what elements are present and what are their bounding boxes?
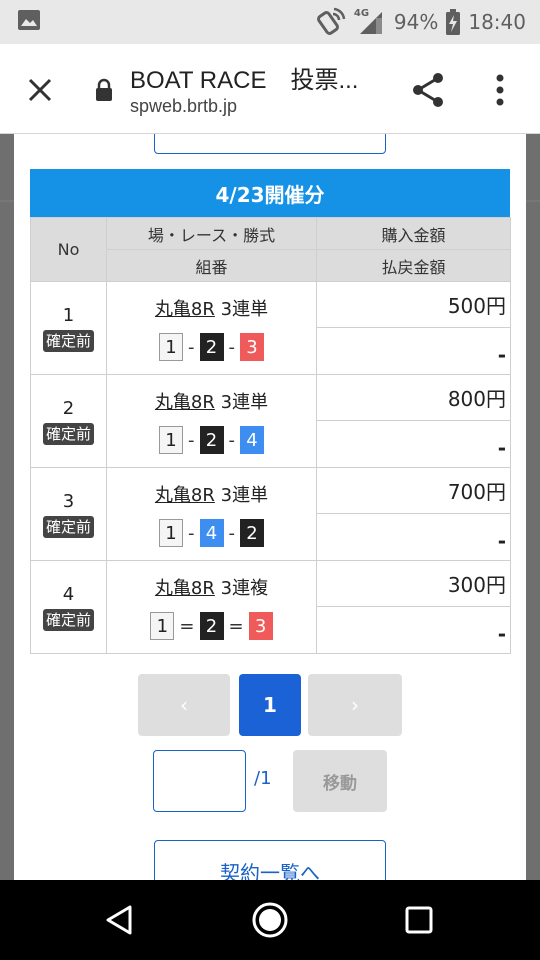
page-jump-input[interactable] bbox=[153, 750, 246, 812]
row-no-cell: 4 確定前 bbox=[30, 560, 107, 654]
bet-type: 3連単 bbox=[220, 392, 269, 413]
header-purchase: 購入金額 bbox=[316, 217, 511, 250]
dimmed-overlay-left bbox=[0, 134, 14, 880]
boat-number-box: 2 bbox=[199, 612, 224, 640]
status-bar: 4G 94% 18:40 bbox=[0, 0, 540, 44]
row-no-cell: 3 確定前 bbox=[30, 467, 107, 561]
status-badge: 確定前 bbox=[42, 608, 94, 631]
purchase-amount: 300円 bbox=[316, 560, 511, 607]
gallery-icon bbox=[18, 10, 40, 30]
system-nav-bar bbox=[0, 880, 540, 960]
page-total: /1 bbox=[254, 768, 272, 789]
battery-percent: 94% bbox=[393, 10, 439, 34]
combo-separator: = bbox=[228, 615, 244, 637]
close-icon[interactable] bbox=[24, 74, 56, 106]
header-no: No bbox=[30, 217, 107, 282]
row-no-cell: 2 確定前 bbox=[30, 374, 107, 468]
status-badge: 確定前 bbox=[42, 329, 94, 352]
current-page-button[interactable]: 1 bbox=[239, 674, 301, 736]
signal-icon: 4G bbox=[353, 8, 386, 34]
bet-type: 3連単 bbox=[220, 299, 269, 320]
back-icon[interactable] bbox=[104, 904, 136, 936]
bet-table: No 場・レース・勝式 購入金額 組番 払戻金額 1 確定前 丸亀8R 3連単 bbox=[30, 217, 511, 654]
jump-button[interactable]: 移動 bbox=[293, 750, 387, 812]
boat-number-box: 2 bbox=[240, 519, 264, 547]
venue-link[interactable]: 丸亀8R bbox=[155, 578, 215, 599]
header-payout: 払戻金額 bbox=[316, 249, 511, 282]
boat-number-box: 3 bbox=[248, 612, 273, 640]
contract-modal: 4/23開催分 No 場・レース・勝式 購入金額 組番 払戻金額 1 確定前 丸… bbox=[14, 134, 526, 880]
table-row: 1 確定前 丸亀8R 3連単 1 - 2 - 3 500円 bbox=[30, 281, 511, 375]
status-badge: 確定前 bbox=[42, 422, 94, 445]
table-row: 4 確定前 丸亀8R 3連複 1 = 2 = 3 300円 bbox=[30, 560, 511, 654]
row-number: 4 bbox=[62, 583, 75, 605]
payout-amount: - bbox=[316, 606, 511, 654]
bet-type: 3連単 bbox=[220, 485, 269, 506]
combo-separator: - bbox=[228, 429, 236, 451]
race-cell: 丸亀8R 3連単 1 - 2 - 4 bbox=[106, 374, 317, 468]
row-number: 2 bbox=[62, 397, 75, 419]
boat-number-box: 2 bbox=[199, 426, 224, 454]
network-type: 4G bbox=[353, 8, 370, 19]
dimmed-overlay-right bbox=[526, 134, 540, 880]
share-icon[interactable] bbox=[410, 70, 446, 110]
boat-number-box: 4 bbox=[199, 519, 224, 547]
boat-number-box: 1 bbox=[159, 519, 183, 547]
header-race: 場・レース・勝式 bbox=[106, 217, 317, 250]
wifi-calling-icon bbox=[316, 7, 346, 35]
payout-amount: - bbox=[316, 327, 511, 375]
venue-link[interactable]: 丸亀8R bbox=[155, 392, 215, 413]
boat-number-box: 4 bbox=[240, 426, 264, 454]
race-cell: 丸亀8R 3連単 1 - 4 - 2 bbox=[106, 467, 317, 561]
contract-list-button[interactable]: 契約一覧へ bbox=[154, 840, 386, 880]
combination: 1 - 2 - 4 bbox=[159, 426, 264, 454]
next-page-button[interactable]: › bbox=[308, 674, 402, 736]
boat-number-box: 1 bbox=[150, 612, 175, 640]
combination: 1 - 4 - 2 bbox=[159, 519, 264, 547]
prev-page-button[interactable]: ‹ bbox=[138, 674, 230, 736]
battery-charging-icon bbox=[446, 9, 461, 35]
combination: 1 = 2 = 3 bbox=[150, 612, 273, 640]
row-number: 3 bbox=[62, 490, 75, 512]
browser-toolbar: BOAT RACE 投票... spweb.brtb.jp bbox=[0, 44, 540, 134]
table-row: 3 確定前 丸亀8R 3連単 1 - 4 - 2 700円 bbox=[30, 467, 511, 561]
payout-amount: - bbox=[316, 420, 511, 468]
table-row: 2 確定前 丸亀8R 3連単 1 - 2 - 4 800円 bbox=[30, 374, 511, 468]
top-button-partial[interactable] bbox=[154, 134, 386, 154]
boat-number-box: 3 bbox=[240, 333, 264, 361]
venue-link[interactable]: 丸亀8R bbox=[155, 485, 215, 506]
purchase-amount: 800円 bbox=[316, 374, 511, 421]
boat-number-box: 1 bbox=[159, 426, 183, 454]
purchase-amount: 500円 bbox=[316, 281, 511, 328]
header-combination: 組番 bbox=[106, 249, 317, 282]
home-icon[interactable] bbox=[251, 901, 289, 939]
row-no-cell: 1 確定前 bbox=[30, 281, 107, 375]
combination: 1 - 2 - 3 bbox=[159, 333, 264, 361]
recents-icon[interactable] bbox=[405, 906, 433, 934]
url-text[interactable]: spweb.brtb.jp bbox=[130, 96, 237, 117]
boat-number-box: 2 bbox=[199, 333, 224, 361]
clock: 18:40 bbox=[468, 10, 526, 34]
combo-separator: = bbox=[179, 615, 195, 637]
bet-type: 3連複 bbox=[220, 578, 269, 599]
more-vert-icon[interactable] bbox=[488, 72, 512, 108]
combo-separator: - bbox=[188, 336, 195, 358]
pagination: ‹ 1 › bbox=[138, 674, 402, 736]
venue-link[interactable]: 丸亀8R bbox=[155, 299, 215, 320]
status-badge: 確定前 bbox=[42, 515, 94, 538]
payout-amount: - bbox=[316, 513, 511, 561]
date-header: 4/23開催分 bbox=[30, 169, 510, 217]
race-cell: 丸亀8R 3連複 1 = 2 = 3 bbox=[106, 560, 317, 654]
page-title: BOAT RACE 投票... bbox=[130, 67, 359, 94]
lock-icon bbox=[96, 78, 112, 101]
combo-separator: - bbox=[228, 522, 236, 544]
race-cell: 丸亀8R 3連単 1 - 2 - 3 bbox=[106, 281, 317, 375]
combo-separator: - bbox=[228, 336, 236, 358]
combo-separator: - bbox=[188, 429, 195, 451]
row-number: 1 bbox=[62, 304, 75, 326]
boat-number-box: 1 bbox=[159, 333, 183, 361]
purchase-amount: 700円 bbox=[316, 467, 511, 514]
combo-separator: - bbox=[188, 522, 195, 544]
